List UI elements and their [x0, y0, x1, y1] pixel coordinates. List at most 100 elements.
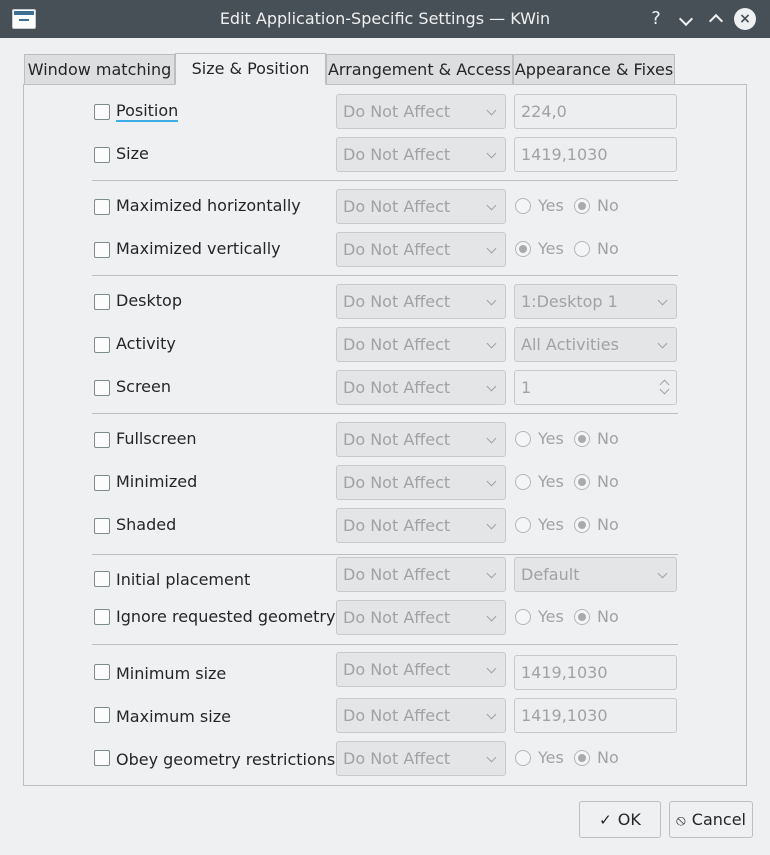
- spin-arrows-icon[interactable]: [659, 377, 670, 399]
- obey-geometry-checkbox[interactable]: [94, 750, 110, 766]
- initial-placement-checkbox[interactable]: [94, 571, 110, 587]
- position-checkbox[interactable]: [94, 104, 110, 120]
- tab-arrangement-access[interactable]: Arrangement & Access: [326, 54, 513, 85]
- size-policy-combo[interactable]: Do Not Affect: [336, 137, 506, 172]
- obey-geometry-no-radio[interactable]: [574, 750, 590, 766]
- initial-placement-value-combo[interactable]: Default: [514, 557, 677, 592]
- minimized-yes-radio[interactable]: [515, 474, 531, 490]
- desktop-policy-combo[interactable]: Do Not Affect: [336, 284, 506, 319]
- ok-button[interactable]: ✓ OK: [579, 801, 661, 838]
- separator: [92, 644, 678, 645]
- minimized-no-radio[interactable]: [574, 474, 590, 490]
- max-vert-no-radio[interactable]: [574, 241, 590, 257]
- max-horiz-checkbox[interactable]: [94, 199, 110, 215]
- size-checkbox[interactable]: [94, 147, 110, 163]
- chevron-down-icon: [486, 295, 497, 306]
- chevron-down-icon: [486, 752, 497, 763]
- minimized-yes-label: Yes: [538, 472, 564, 491]
- tab-window-matching[interactable]: Window matching: [24, 54, 175, 85]
- max-vert-yes-radio[interactable]: [515, 241, 531, 257]
- close-button[interactable]: ×: [734, 8, 756, 30]
- tab-size-position[interactable]: Size & Position: [175, 53, 326, 85]
- chevron-down-icon: [486, 433, 497, 444]
- shaded-yes-radio[interactable]: [515, 517, 531, 533]
- fullscreen-yes-label: Yes: [538, 429, 564, 448]
- size-value-field[interactable]: 1419,1030: [514, 137, 677, 172]
- max-size-policy-combo[interactable]: Do Not Affect: [336, 698, 506, 733]
- min-size-policy-combo[interactable]: Do Not Affect: [336, 652, 506, 687]
- desktop-label: Desktop: [116, 291, 182, 310]
- screen-spinbox[interactable]: 1: [514, 370, 677, 405]
- chevron-down-icon: [678, 11, 694, 27]
- screen-checkbox[interactable]: [94, 380, 110, 396]
- ignore-geometry-checkbox[interactable]: [94, 609, 110, 625]
- rule-row-size: Size Do Not Affect 1419,1030: [0, 137, 770, 173]
- max-horiz-yes-radio[interactable]: [515, 198, 531, 214]
- initial-placement-policy-combo[interactable]: Do Not Affect: [336, 557, 506, 592]
- help-button[interactable]: ?: [644, 7, 668, 31]
- chevron-down-icon: [486, 200, 497, 211]
- shaded-no-label: No: [597, 515, 619, 534]
- screen-label: Screen: [116, 377, 172, 396]
- obey-geometry-yes-radio[interactable]: [515, 750, 531, 766]
- activity-policy-combo[interactable]: Do Not Affect: [336, 327, 506, 362]
- desktop-checkbox[interactable]: [94, 294, 110, 310]
- maximize-button[interactable]: [704, 7, 728, 31]
- ignore-geometry-yes-radio[interactable]: [515, 609, 531, 625]
- minimize-button[interactable]: [674, 7, 698, 31]
- screen-policy-combo[interactable]: Do Not Affect: [336, 370, 506, 405]
- policy-value: Do Not Affect: [343, 473, 451, 492]
- max-vert-checkbox[interactable]: [94, 242, 110, 258]
- max-horiz-policy-combo[interactable]: Do Not Affect: [336, 189, 506, 224]
- policy-value: Do Not Affect: [343, 660, 451, 679]
- rule-row-max-vert: Maximized vertically Do Not Affect Yes N…: [0, 232, 770, 268]
- max-size-value-field[interactable]: 1419,1030: [514, 698, 677, 733]
- obey-geometry-policy-combo[interactable]: Do Not Affect: [336, 741, 506, 776]
- desktop-value-combo[interactable]: 1:Desktop 1: [514, 284, 677, 319]
- chevron-down-icon: [657, 295, 668, 306]
- placement-value: Default: [521, 565, 580, 584]
- ignore-geometry-no-label: No: [597, 607, 619, 626]
- chevron-down-icon: [657, 338, 668, 349]
- position-value-field[interactable]: 224,0: [514, 94, 677, 129]
- title-bar: Edit Application-Specific Settings — KWi…: [0, 0, 770, 38]
- minimized-checkbox[interactable]: [94, 475, 110, 491]
- shaded-checkbox[interactable]: [94, 518, 110, 534]
- max-vert-label: Maximized vertically: [116, 239, 281, 258]
- chevron-down-icon: [486, 338, 497, 349]
- max-size-checkbox[interactable]: [94, 707, 110, 723]
- cancel-icon: ⦸: [676, 811, 686, 829]
- cancel-button[interactable]: ⦸ Cancel: [669, 801, 753, 838]
- separator: [92, 275, 678, 276]
- fullscreen-checkbox[interactable]: [94, 432, 110, 448]
- initial-placement-label: Initial placement: [116, 570, 251, 589]
- max-vert-policy-combo[interactable]: Do Not Affect: [336, 232, 506, 267]
- position-policy-combo[interactable]: Do Not Affect: [336, 94, 506, 129]
- shaded-no-radio[interactable]: [574, 517, 590, 533]
- max-horiz-yes-label: Yes: [538, 196, 564, 215]
- min-size-value-field[interactable]: 1419,1030: [514, 655, 677, 690]
- fullscreen-yes-radio[interactable]: [515, 431, 531, 447]
- max-horiz-no-radio[interactable]: [574, 198, 590, 214]
- fullscreen-policy-combo[interactable]: Do Not Affect: [336, 422, 506, 457]
- max-horiz-no-label: No: [597, 196, 619, 215]
- shaded-policy-combo[interactable]: Do Not Affect: [336, 508, 506, 543]
- ignore-geometry-yes-label: Yes: [538, 607, 564, 626]
- ignore-geometry-no-radio[interactable]: [574, 609, 590, 625]
- chevron-down-icon: [486, 243, 497, 254]
- policy-value: Do Not Affect: [343, 516, 451, 535]
- max-vert-yes-label: Yes: [538, 239, 564, 258]
- activity-value-combo[interactable]: All Activities: [514, 327, 677, 362]
- fullscreen-no-radio[interactable]: [574, 431, 590, 447]
- ignore-geometry-policy-combo[interactable]: Do Not Affect: [336, 600, 506, 635]
- min-size-checkbox[interactable]: [94, 664, 110, 680]
- tab-appearance-fixes[interactable]: Appearance & Fixes: [513, 54, 675, 85]
- activity-checkbox[interactable]: [94, 337, 110, 353]
- rule-row-minimized: Minimized Do Not Affect Yes No: [0, 465, 770, 501]
- chevron-down-icon: [486, 568, 497, 579]
- min-size-label: Minimum size: [116, 664, 227, 683]
- rule-row-shaded: Shaded Do Not Affect Yes No: [0, 508, 770, 544]
- desktop-value: 1:Desktop 1: [521, 292, 618, 311]
- policy-value: Do Not Affect: [343, 335, 451, 354]
- minimized-policy-combo[interactable]: Do Not Affect: [336, 465, 506, 500]
